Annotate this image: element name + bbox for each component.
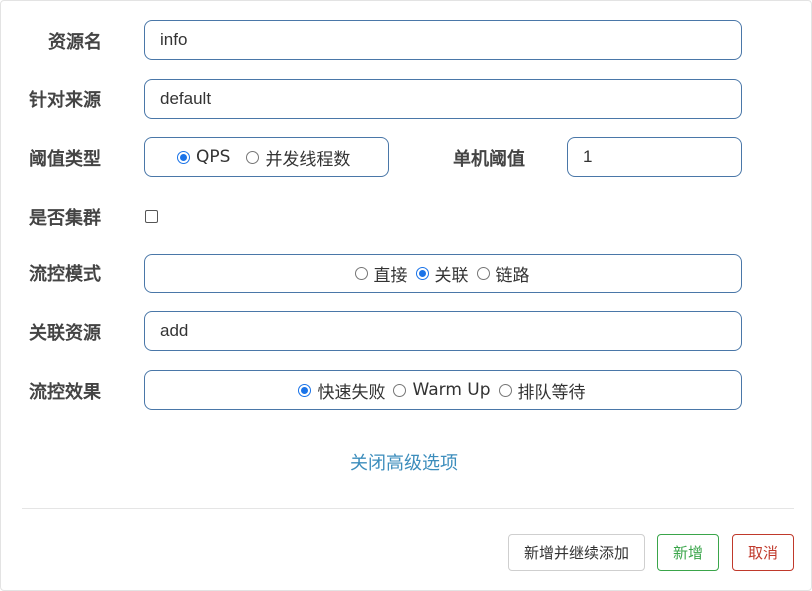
behavior-option-warm-up[interactable]: Warm Up [393, 380, 491, 400]
strategy-option-chain[interactable]: 链路 [476, 261, 530, 286]
cluster-label: 是否集群 [29, 208, 101, 229]
behavior-option-fast-fail[interactable]: 快速失败 [298, 378, 385, 403]
strategy-option-direct-label: 直接 [373, 266, 408, 286]
resource-name-label: 资源名 [48, 32, 102, 53]
threshold-label: 单机阈值 [453, 149, 525, 170]
control-behavior-radio-group: 快速失败 Warm Up 排队等待 [144, 370, 742, 410]
grade-option-thread-label: 并发线程数 [265, 149, 351, 170]
strategy-option-relate-label: 关联 [434, 266, 469, 286]
grade-option-qps-label: QPS [196, 147, 231, 167]
threshold-input[interactable] [567, 137, 742, 177]
grade-radio-group: QPS 并发线程数 [144, 137, 389, 177]
radio-unchecked-icon [476, 267, 490, 280]
grade-option-qps[interactable]: QPS [177, 147, 230, 167]
radio-unchecked-icon [246, 150, 260, 164]
strategy-option-chain-label: 链路 [495, 266, 530, 286]
behavior-option-queue-label: 排队等待 [517, 382, 586, 403]
radio-unchecked-icon [393, 383, 407, 397]
close-advanced-link[interactable]: 关闭高级选项 [350, 449, 458, 475]
radio-checked-icon [177, 150, 190, 164]
radio-checked-icon [415, 267, 429, 280]
cancel-button[interactable]: 取消 [732, 534, 794, 571]
cluster-checkbox[interactable] [145, 210, 158, 223]
ref-resource-input[interactable] [144, 311, 742, 351]
radio-unchecked-icon [354, 267, 368, 280]
grade-label: 阈值类型 [29, 149, 101, 170]
add-and-continue-button[interactable]: 新增并继续添加 [508, 534, 645, 571]
radio-checked-icon [298, 383, 312, 397]
strategy-radio-group: 直接 关联 链路 [144, 254, 742, 293]
strategy-option-direct[interactable]: 直接 [354, 261, 408, 286]
grade-option-thread[interactable]: 并发线程数 [246, 145, 350, 170]
limit-app-input[interactable] [144, 79, 742, 119]
strategy-label: 流控模式 [29, 264, 101, 285]
footer-divider [22, 508, 794, 509]
limit-app-label: 针对来源 [29, 90, 101, 111]
ref-resource-label: 关联资源 [29, 323, 101, 344]
strategy-option-relate[interactable]: 关联 [415, 261, 469, 286]
add-button[interactable]: 新增 [657, 534, 719, 571]
behavior-option-warm-up-label: Warm Up [412, 380, 491, 400]
control-behavior-label: 流控效果 [29, 382, 101, 403]
behavior-option-queue[interactable]: 排队等待 [498, 378, 586, 403]
radio-unchecked-icon [498, 383, 512, 397]
resource-name-input[interactable] [144, 20, 742, 60]
behavior-option-fast-fail-label: 快速失败 [317, 382, 386, 403]
